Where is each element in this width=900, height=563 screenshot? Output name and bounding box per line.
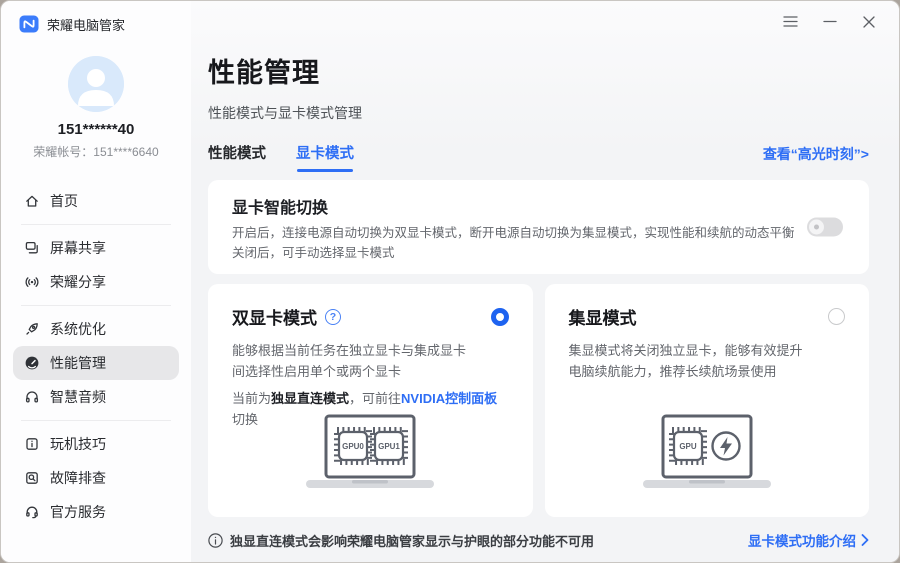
sidebar-item-label: 性能管理: [50, 355, 106, 371]
info-icon: [208, 532, 223, 548]
gpu-mode-intro-label: 显卡模式功能介绍: [748, 534, 856, 549]
sidebar: 荣耀电脑管家 151******40 荣耀帐号：151****6640 首页 屏…: [1, 1, 191, 562]
dual-gpu-mode-card[interactable]: 双显卡模式 ? 能够根据当前任务在独立显卡与集成显卡 间选择性启用单个或两个显卡…: [208, 284, 533, 517]
hamburger-menu-icon[interactable]: [782, 13, 799, 30]
sidebar-item-honor-share[interactable]: 荣耀分享: [13, 265, 179, 299]
page-title: 性能管理: [208, 58, 320, 88]
toggle-knob: [809, 219, 824, 235]
sidebar-item-label: 首页: [50, 193, 78, 209]
smart-switch-desc-line2: 关闭后，可手动选择显卡模式: [232, 246, 395, 260]
footer-info-text: 独显直连模式会影响荣耀电脑管家显示与护眼的部分功能不可用: [230, 533, 595, 549]
gpu1-label: GPU1: [378, 442, 400, 451]
tips-info-icon: [23, 436, 40, 453]
sidebar-item-tips[interactable]: 玩机技巧: [13, 427, 179, 461]
gpu0-label: GPU0: [342, 442, 364, 451]
gpu-label: GPU: [679, 442, 697, 451]
mode-cards-row: 双显卡模式 ? 能够根据当前任务在独立显卡与集成显卡 间选择性启用单个或两个显卡…: [208, 284, 869, 517]
screen-share-icon: [23, 240, 40, 257]
sidebar-item-official-service[interactable]: 官方服务: [13, 495, 179, 529]
sidebar-menu: 首页 屏幕共享 荣耀分享 系统优化 性能管理 智慧音频 玩机技巧 故障排查 官方…: [1, 184, 191, 529]
dual-gpu-radio[interactable]: [490, 307, 509, 326]
troubleshoot-search-icon: [23, 470, 40, 487]
rocket-icon: [23, 321, 40, 338]
dual-gpu-desc-line1: 能够根据当前任务在独立显卡与集成显卡: [232, 343, 467, 358]
sidebar-item-label: 屏幕共享: [50, 240, 106, 256]
sidebar-item-troubleshoot[interactable]: 故障排查: [13, 461, 179, 495]
user-block[interactable]: 151******40 荣耀帐号：151****6640: [1, 56, 191, 160]
sidebar-item-system-optimize[interactable]: 系统优化: [13, 312, 179, 346]
app-logo-icon: [19, 14, 39, 34]
help-icon[interactable]: ?: [325, 308, 341, 325]
avatar[interactable]: [68, 56, 124, 112]
dual-gpu-desc-line2: 间选择性启用单个或两个显卡: [232, 364, 402, 379]
chevron-right-icon: [861, 534, 869, 546]
sidebar-item-label: 系统优化: [50, 321, 106, 337]
sidebar-divider: [21, 305, 171, 306]
tab-gpu-mode[interactable]: 显卡模式: [296, 142, 354, 172]
sidebar-item-label: 玩机技巧: [50, 436, 106, 452]
igpu-desc-line2: 电脑续航能力，推荐长续航场景使用: [568, 364, 777, 379]
sidebar-item-screen-share[interactable]: 屏幕共享: [13, 231, 179, 265]
current-suffix: 切换: [232, 412, 259, 427]
sidebar-item-label: 官方服务: [50, 504, 106, 520]
honor-share-icon: [23, 274, 40, 291]
dual-gpu-illustration: GPU0 GPU1: [290, 413, 450, 495]
sidebar-item-performance[interactable]: 性能管理: [13, 346, 179, 380]
igpu-title: 集显模式: [568, 309, 637, 328]
smart-switch-title: 显卡智能切换: [232, 200, 329, 217]
headphones-icon: [23, 389, 40, 406]
user-name: 151******40: [57, 121, 135, 138]
smart-switch-desc: 开启后，连接电源自动切换为双显卡模式，断开电源自动切换为集显模式，实现性能和续航…: [232, 223, 832, 263]
close-icon[interactable]: [860, 13, 877, 30]
app-header: 荣耀电脑管家: [1, 1, 191, 34]
headset-icon: [23, 504, 40, 521]
main-pane: 性能管理 性能模式与显卡模式管理 性能模式 显卡模式 查看“高光时刻”> 显卡智…: [191, 1, 899, 562]
sidebar-item-label: 故障排查: [50, 470, 106, 486]
tab-bar: 性能模式 显卡模式 查看“高光时刻”>: [208, 142, 869, 172]
app-window: 荣耀电脑管家 151******40 荣耀帐号：151****6640 首页 屏…: [0, 0, 900, 563]
gpu-mode-intro-link[interactable]: 显卡模式功能介绍: [748, 530, 869, 550]
smart-switch-desc-line1: 开启后，连接电源自动切换为双显卡模式，断开电源自动切换为集显模式，实现性能和续航…: [232, 226, 795, 240]
current-prefix: 当前为: [232, 391, 272, 406]
sidebar-divider: [21, 420, 171, 421]
sidebar-item-label: 智慧音频: [50, 389, 106, 405]
dual-gpu-card-header: 双显卡模式 ?: [232, 304, 509, 329]
user-account: 荣耀帐号：151****6640: [33, 145, 159, 159]
sidebar-item-label: 荣耀分享: [50, 274, 106, 290]
minimize-icon[interactable]: [821, 13, 838, 30]
igpu-radio[interactable]: [828, 308, 845, 325]
current-mid: ，可前往: [349, 391, 402, 406]
app-title: 荣耀电脑管家: [47, 17, 126, 33]
igpu-mode-card[interactable]: 集显模式 集显模式将关闭独立显卡，能够有效提升 电脑续航能力，推荐长续航场景使用…: [544, 284, 869, 517]
performance-gauge-icon: [23, 355, 40, 372]
tab-performance-mode[interactable]: 性能模式: [208, 142, 266, 165]
smart-switch-toggle[interactable]: [807, 217, 843, 237]
sidebar-item-smart-audio[interactable]: 智慧音频: [13, 380, 179, 414]
dual-gpu-desc: 能够根据当前任务在独立显卡与集成显卡 间选择性启用单个或两个显卡: [232, 340, 509, 382]
igpu-desc: 集显模式将关闭独立显卡，能够有效提升 电脑续航能力，推荐长续航场景使用: [569, 340, 846, 382]
sidebar-item-home[interactable]: 首页: [13, 184, 179, 218]
home-icon: [23, 193, 40, 210]
current-mode: 独显直连模式: [271, 391, 350, 406]
nvidia-control-panel-link[interactable]: NVIDIA控制面板: [401, 391, 497, 406]
igpu-desc-line1: 集显模式将关闭独立显卡，能够有效提升: [568, 343, 803, 358]
smart-switch-card: 显卡智能切换 开启后，连接电源自动切换为双显卡模式，断开电源自动切换为集显模式，…: [208, 180, 869, 274]
igpu-card-header: 集显模式: [568, 304, 845, 329]
igpu-illustration: GPU: [627, 413, 787, 495]
window-controls: [782, 13, 877, 30]
highlight-moments-link[interactable]: 查看“高光时刻”>: [763, 144, 869, 164]
footer-bar: 独显直连模式会影响荣耀电脑管家显示与护眼的部分功能不可用 显卡模式功能介绍: [208, 530, 869, 550]
page-subtitle: 性能模式与显卡模式管理: [208, 105, 362, 121]
sidebar-divider: [21, 224, 171, 225]
dual-gpu-title: 双显卡模式: [232, 309, 317, 328]
